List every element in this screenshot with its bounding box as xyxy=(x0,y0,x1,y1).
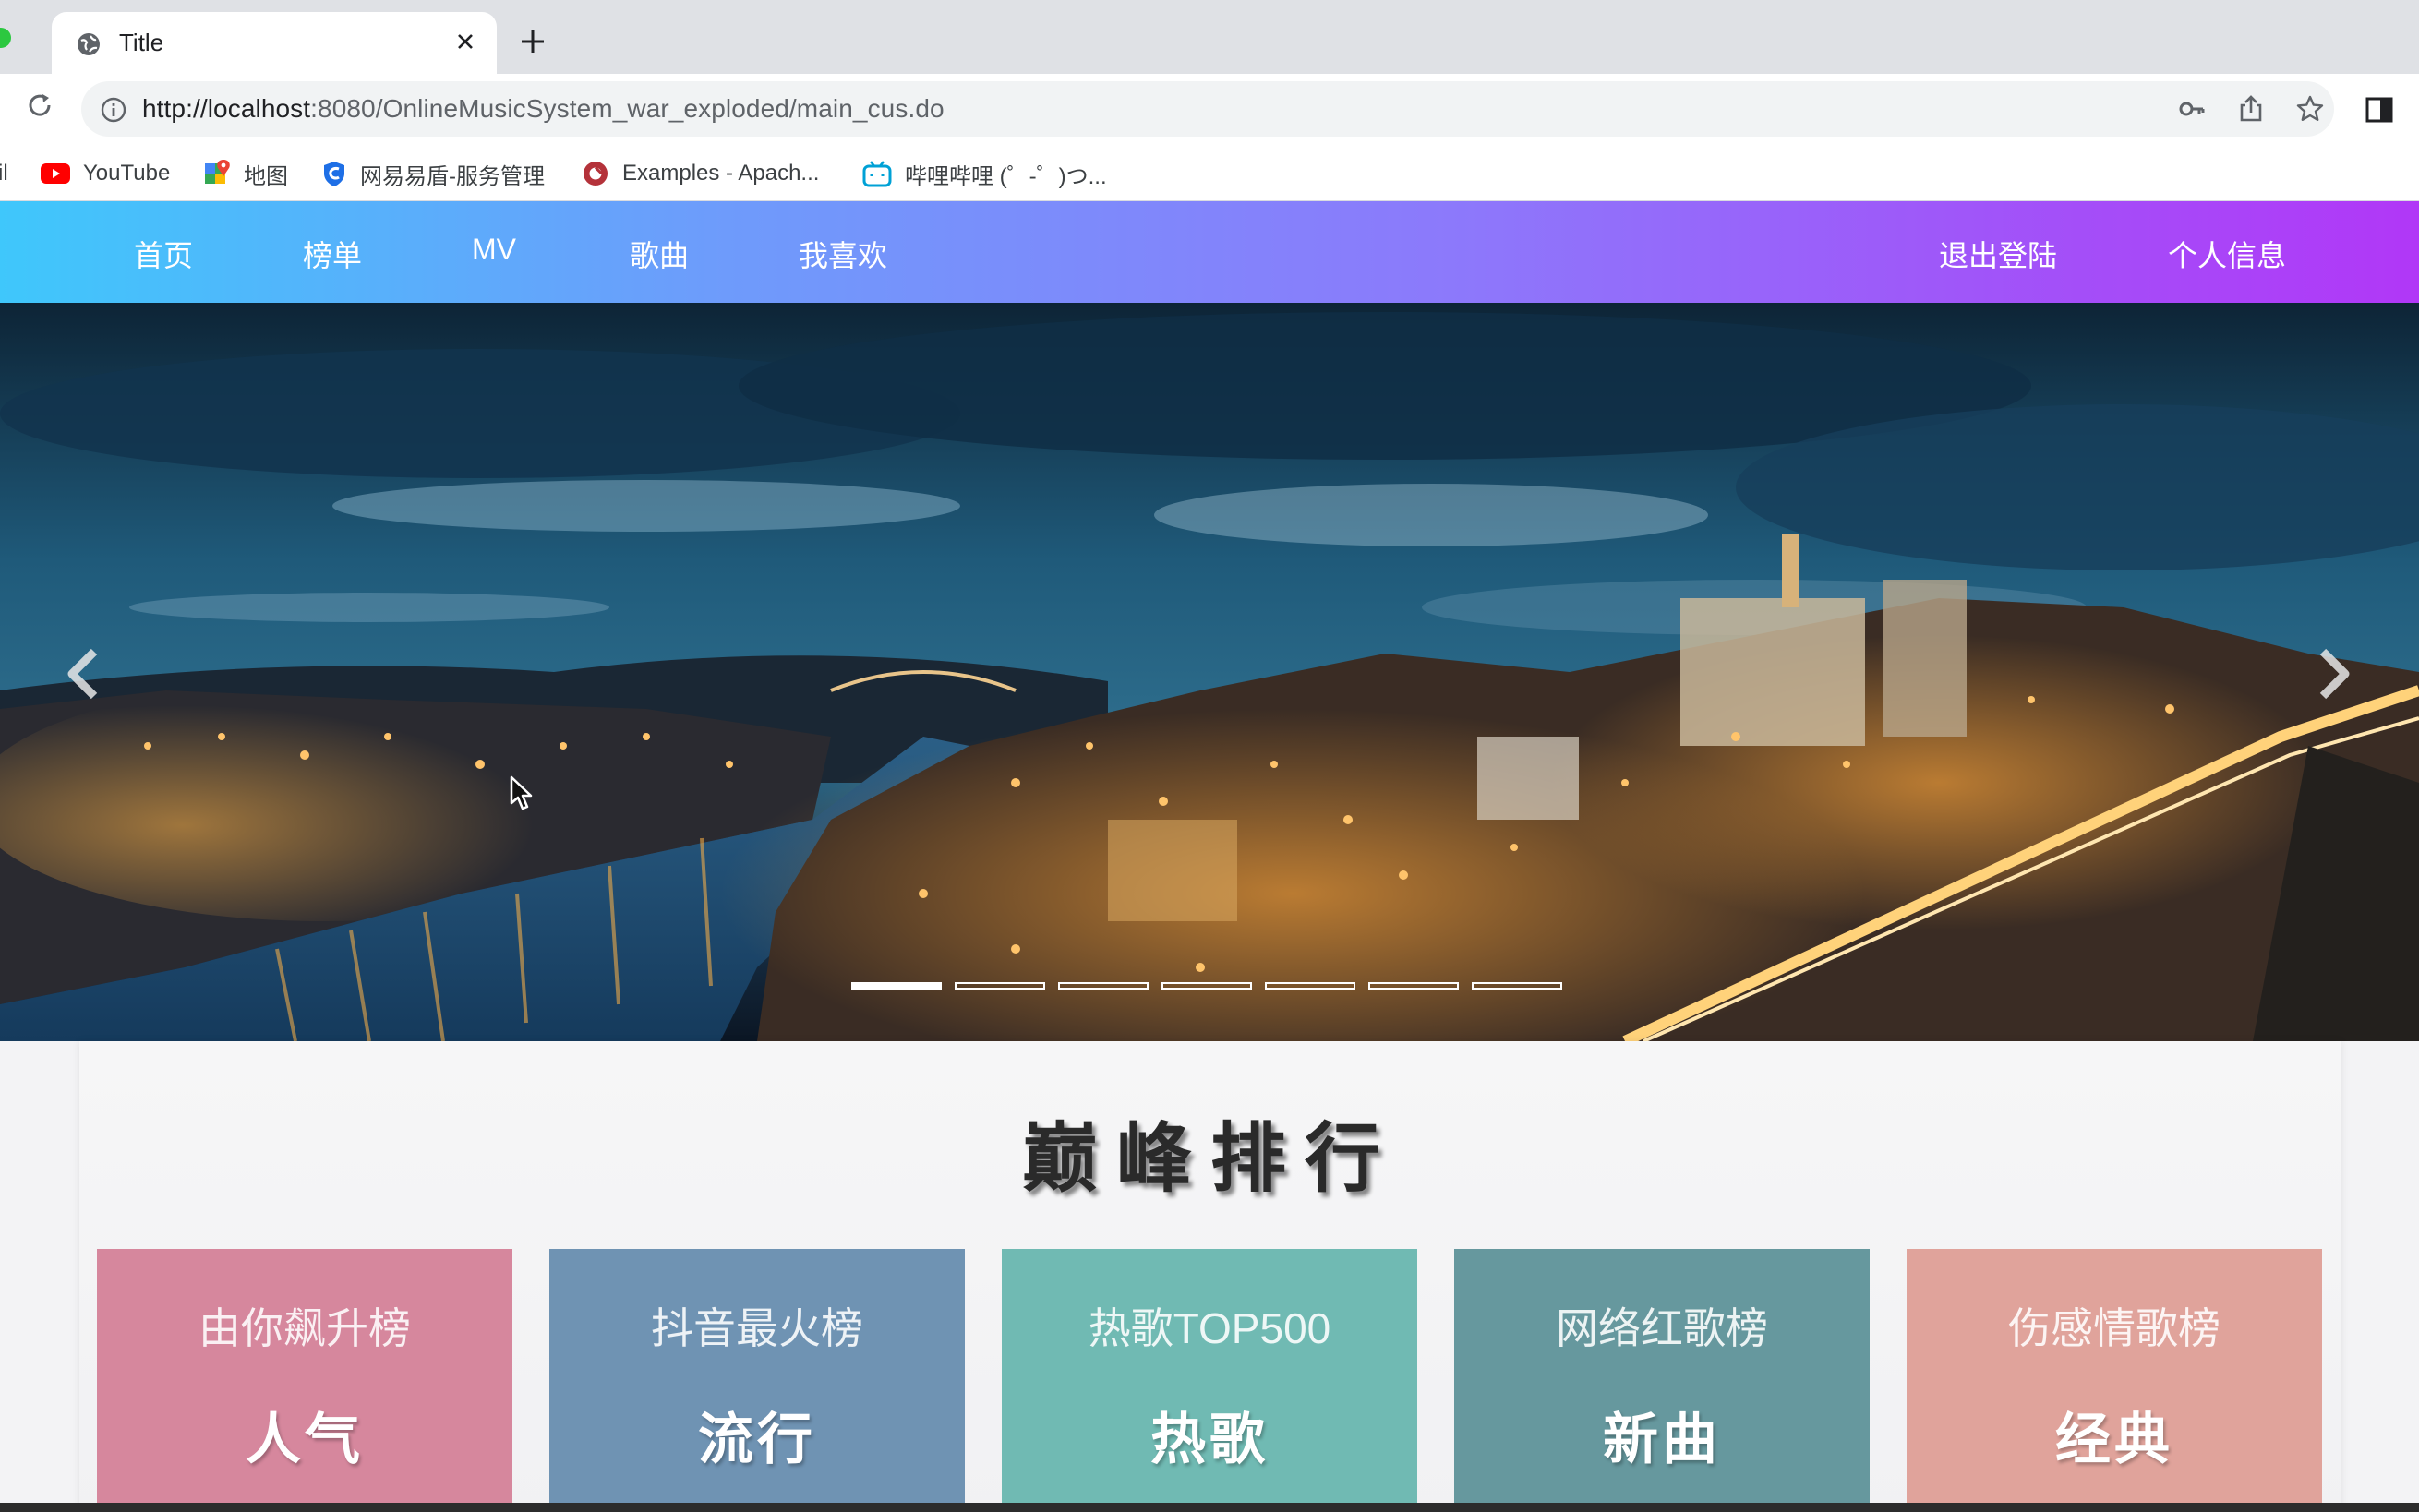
apache-logo-icon xyxy=(584,162,608,186)
reload-icon[interactable] xyxy=(24,90,55,121)
bookmark-bilibili[interactable]: 哔哩哔哩 (゜-゜)つ... xyxy=(862,151,1107,196)
rank-card-name: 由你飙升榜 xyxy=(199,1304,411,1352)
rank-card-name: 伤感情歌榜 xyxy=(2008,1304,2220,1352)
carousel-indicator[interactable] xyxy=(955,982,1045,990)
nav-profile[interactable]: 个人信息 xyxy=(2168,233,2286,275)
tab-title: Title xyxy=(119,29,164,56)
rank-card-tag: 新曲 xyxy=(1603,1409,1721,1470)
url-text[interactable]: http://localhost:8080/OnlineMusicSystem_… xyxy=(142,94,945,124)
rank-card-sad-love[interactable]: 伤感情歌榜 经典 xyxy=(1907,1249,2322,1512)
browser-tab-strip: Title xyxy=(0,0,2419,74)
carousel-indicator[interactable] xyxy=(851,982,942,990)
rank-card-rising[interactable]: 由你飙升榜 人气 xyxy=(97,1249,512,1512)
rank-card-top500[interactable]: 热歌TOP500 热歌 xyxy=(1002,1249,1417,1512)
screen: Title http://localhost:8080/OnlineMusicS… xyxy=(0,0,2419,1512)
rank-card-name: 网络红歌榜 xyxy=(1556,1304,1768,1352)
bookmark-label: 哔哩哔哩 (゜-゜)つ... xyxy=(905,163,1107,189)
bookmark-label: Examples - Apach... xyxy=(622,161,820,186)
carousel-next-arrow-icon[interactable] xyxy=(2312,646,2354,702)
rank-card-name: 热歌TOP500 xyxy=(1088,1304,1331,1352)
mouse-cursor-icon xyxy=(510,775,533,810)
info-icon[interactable] xyxy=(100,96,127,124)
share-icon[interactable] xyxy=(2236,94,2266,124)
youtube-icon xyxy=(41,163,70,184)
globe-icon xyxy=(78,33,100,55)
side-panel-icon[interactable] xyxy=(2364,94,2395,126)
carousel-indicators xyxy=(851,982,1571,991)
maps-pin-icon xyxy=(205,160,230,184)
rank-card-tag: 经典 xyxy=(2055,1409,2173,1470)
bookmark-label: YouTube xyxy=(83,161,171,186)
rank-card-internet-hits[interactable]: 网络红歌榜 新曲 xyxy=(1454,1249,1870,1512)
carousel-indicator[interactable] xyxy=(1265,982,1355,990)
rank-card-tag: 人气 xyxy=(246,1409,364,1470)
carousel-indicator[interactable] xyxy=(1368,982,1459,990)
bookmark-netease-yidun[interactable]: 网易易盾-服务管理 xyxy=(321,151,545,196)
bookmark-label: 网易易盾-服务管理 xyxy=(360,163,545,189)
rank-card-name: 抖音最火榜 xyxy=(651,1304,863,1352)
window-bottom-edge xyxy=(0,1503,2419,1512)
bilibili-tv-icon xyxy=(862,161,892,187)
window-maximize-button[interactable] xyxy=(0,28,11,48)
rank-card-douyin[interactable]: 抖音最火榜 流行 xyxy=(549,1249,965,1512)
carousel-indicator[interactable] xyxy=(1058,982,1149,990)
nav-logout[interactable]: 退出登陆 xyxy=(1939,233,2057,275)
carousel-indicator[interactable] xyxy=(1472,982,1562,990)
bookmarks-bar: il YouTube 地图 网易易盾-服务管理 Examples - Apach… xyxy=(0,146,2419,201)
close-icon[interactable] xyxy=(451,27,480,56)
key-icon[interactable] xyxy=(2177,94,2207,124)
carousel-indicator[interactable] xyxy=(1161,982,1252,990)
nav-mv[interactable]: MV xyxy=(472,233,516,267)
site-navbar: 首页 榜单 MV 歌曲 我喜欢 退出登陆 个人信息 xyxy=(0,201,2419,303)
yidun-shield-icon xyxy=(324,162,344,186)
nav-favorites[interactable]: 我喜欢 xyxy=(799,233,887,275)
address-bar[interactable]: http://localhost:8080/OnlineMusicSystem_… xyxy=(81,81,2334,137)
url-path: :8080/OnlineMusicSystem_war_exploded/mai… xyxy=(310,94,945,123)
url-host: http://localhost xyxy=(142,94,311,123)
bookmark-star-icon[interactable] xyxy=(2295,94,2325,124)
rank-card-tag: 热歌 xyxy=(1150,1409,1269,1470)
carousel-prev-arrow-icon[interactable] xyxy=(63,646,105,702)
bookmark-label: il xyxy=(0,161,8,186)
bookmark-gmail[interactable]: il xyxy=(0,151,8,196)
bookmark-label: 地图 xyxy=(244,163,288,189)
browser-toolbar: http://localhost:8080/OnlineMusicSystem_… xyxy=(0,74,2419,146)
browser-tab[interactable]: Title xyxy=(52,12,497,74)
section-title: 巅峰排行 xyxy=(1021,1117,1399,1201)
nav-home[interactable]: 首页 xyxy=(134,233,193,275)
bookmark-apache-examples[interactable]: Examples - Apach... xyxy=(582,151,819,196)
ranking-cards: 由你飙升榜 人气 抖音最火榜 流行 热歌TOP500 热歌 网络红歌榜 新曲 伤… xyxy=(97,1249,2322,1512)
hero-carousel xyxy=(0,303,2419,1041)
nav-songs[interactable]: 歌曲 xyxy=(630,233,689,275)
new-tab-plus-icon[interactable] xyxy=(519,28,547,55)
bookmark-youtube[interactable]: YouTube xyxy=(41,151,170,196)
rank-card-tag: 流行 xyxy=(698,1409,816,1470)
carousel-slide-image xyxy=(0,303,2419,1041)
bookmark-maps[interactable]: 地图 xyxy=(205,151,288,196)
nav-charts[interactable]: 榜单 xyxy=(303,233,362,275)
